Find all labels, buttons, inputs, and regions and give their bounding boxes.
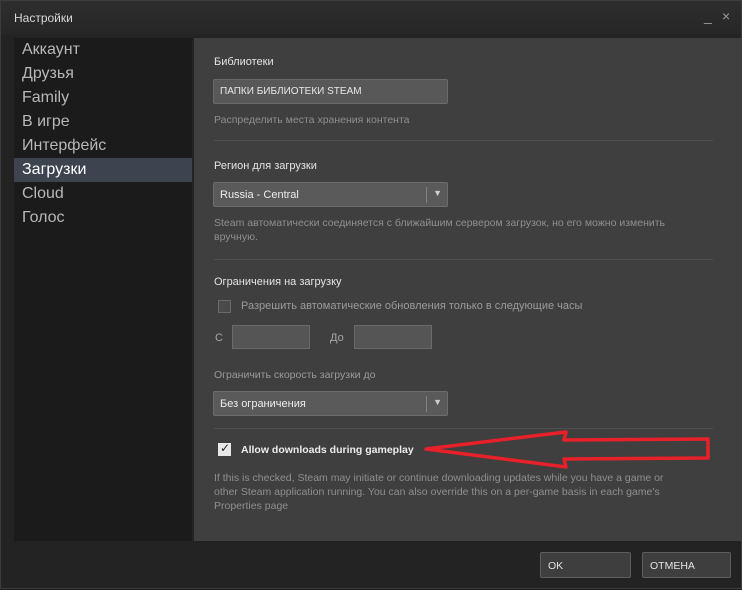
- annotation-arrow-icon: [424, 430, 710, 469]
- ok-button-label: OK: [548, 560, 564, 572]
- ok-button[interactable]: OK: [540, 552, 631, 578]
- cancel-button[interactable]: ОТМЕНА: [642, 552, 731, 578]
- annotation-arrow-shape: [424, 430, 710, 469]
- cancel-button-label: ОТМЕНА: [650, 560, 695, 572]
- settings-window: Настройки _ × Аккаунт Друзья Family В иг…: [0, 0, 742, 589]
